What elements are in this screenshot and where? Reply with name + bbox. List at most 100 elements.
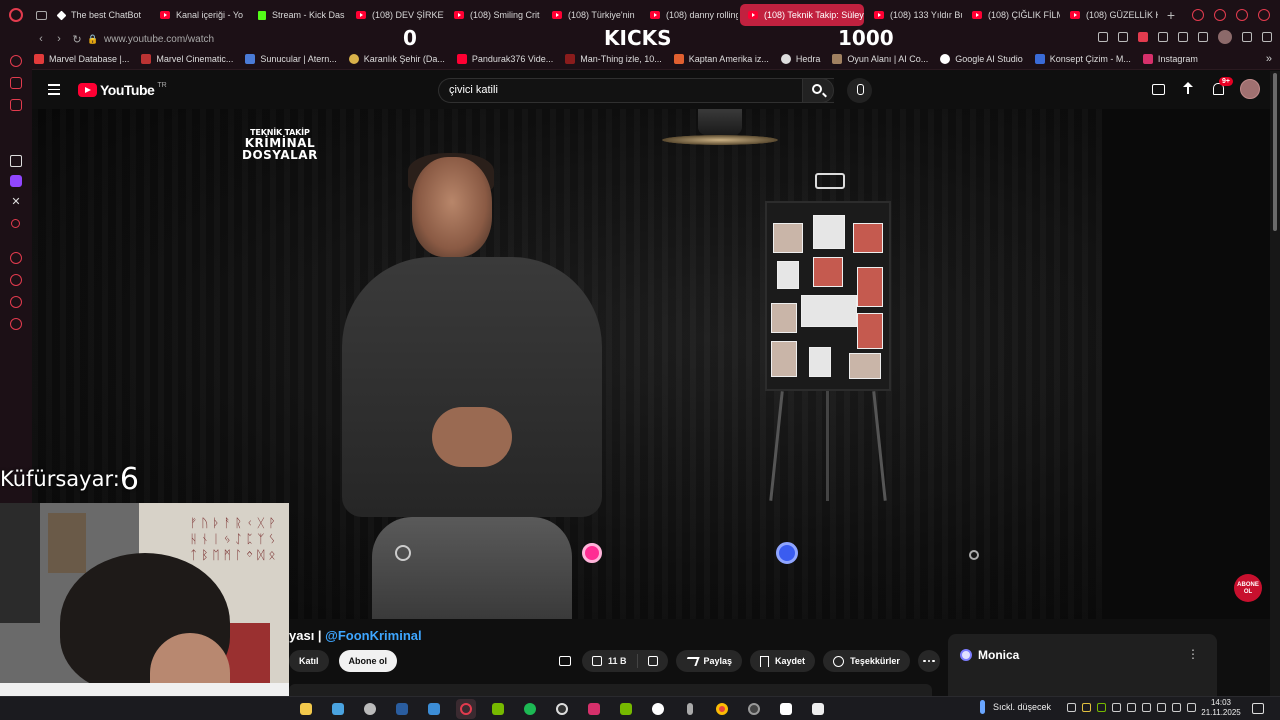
tray-app-icon[interactable] — [1157, 702, 1167, 712]
bookmark-item[interactable]: Konsept Çizim - M... — [1034, 53, 1131, 64]
channel-handle-link[interactable]: @FoonKriminal — [325, 628, 421, 643]
tab[interactable]: The best ChatBot — [50, 4, 150, 26]
search-tabs-icon[interactable] — [1192, 9, 1204, 21]
tab-overview-icon[interactable] — [32, 0, 50, 30]
bookmark-item[interactable]: Hedra — [780, 53, 820, 64]
description-box[interactable] — [289, 684, 932, 696]
discord-icon[interactable] — [360, 699, 380, 719]
tab[interactable]: (108) GÜZELLİK K — [1062, 4, 1158, 26]
bookmark-item[interactable]: Oyun Alanı | AI Co... — [832, 53, 928, 64]
settings-icon[interactable] — [1198, 32, 1208, 42]
obs-icon[interactable] — [552, 699, 572, 719]
tray-app-icon[interactable] — [1097, 702, 1107, 712]
mic-icon[interactable] — [1142, 702, 1152, 712]
screenshot-icon[interactable] — [1118, 32, 1128, 42]
opera-gx-icon[interactable] — [456, 699, 476, 719]
forward-arrow-icon[interactable]: › — [50, 33, 68, 45]
nvidia-icon[interactable] — [488, 699, 508, 719]
bookmark-item[interactable]: Marvel Cinematic... — [141, 53, 233, 64]
spotify-icon[interactable] — [520, 699, 540, 719]
tab[interactable]: (108) danny rolling — [642, 4, 738, 26]
x-icon[interactable]: ✕ — [10, 196, 22, 208]
url-field[interactable]: www.youtube.com/watch — [104, 34, 364, 45]
bookmark-item[interactable]: Marvel Database |... — [34, 53, 129, 64]
bookmark-item[interactable]: Kaptan Amerika iz... — [673, 53, 769, 64]
close-window-icon[interactable] — [1258, 9, 1270, 21]
youtube-logo[interactable]: YouTube TR — [78, 82, 167, 98]
tab[interactable]: (108) Türkiye'nin — [544, 4, 640, 26]
cube-icon[interactable] — [10, 296, 22, 308]
history-icon[interactable] — [10, 55, 22, 67]
more-actions-button[interactable] — [917, 650, 940, 672]
taskbar-clock[interactable]: 14:03 21.11.2025 — [1200, 698, 1242, 718]
wifi-icon[interactable] — [1172, 702, 1182, 712]
ask-ai-icon[interactable] — [556, 652, 574, 670]
tab-active[interactable]: (108) Teknik Takip: Süley — [740, 4, 864, 26]
minimize-icon[interactable] — [1214, 9, 1226, 21]
twitch-icon[interactable] — [10, 175, 22, 187]
extension-icon[interactable] — [1138, 32, 1148, 42]
back-arrow-icon[interactable]: ‹ — [32, 33, 50, 45]
menu-icon[interactable] — [1262, 32, 1272, 42]
mic-app-icon[interactable] — [680, 699, 700, 719]
bookmark-item[interactable]: Sunucular | Atern... — [245, 53, 337, 64]
profile-avatar[interactable] — [1218, 30, 1232, 44]
monica-menu-icon[interactable]: ⋮ — [1187, 647, 1199, 661]
subscribe-overlay-button[interactable]: ABONE OL — [1234, 574, 1262, 602]
tab[interactable]: (108) Smiling Crit — [446, 4, 542, 26]
notification-center-icon[interactable] — [1252, 703, 1264, 714]
capcut-icon[interactable] — [776, 699, 796, 719]
like-button[interactable]: 11 B — [582, 654, 638, 668]
bookmark-item[interactable]: Karanlık Şehir (Da... — [348, 53, 445, 64]
notifications-icon[interactable]: 9+ — [1210, 77, 1233, 97]
browser-logo-icon[interactable] — [0, 0, 32, 30]
network-icon[interactable] — [1127, 702, 1137, 712]
player-icon[interactable] — [10, 252, 22, 264]
reload-icon[interactable]: ↻ — [68, 33, 86, 46]
bookmark-item[interactable]: Google AI Studio — [940, 53, 1023, 64]
voice-search-button[interactable] — [847, 78, 872, 103]
explorer-icon[interactable] — [328, 699, 348, 719]
steam-icon[interactable] — [392, 699, 412, 719]
bookmarks-overflow-icon[interactable]: » — [1266, 53, 1272, 65]
play-icon[interactable] — [1158, 32, 1168, 42]
upload-icon[interactable] — [1180, 81, 1196, 97]
bookmark-item[interactable]: Pandurak376 Vide... — [456, 53, 553, 64]
lock-icon[interactable]: 🔒 — [86, 34, 100, 45]
clock-icon[interactable] — [10, 274, 22, 286]
files-app-icon[interactable] — [296, 699, 316, 719]
bookmark-item[interactable]: Man-Thing izle, 10... — [565, 53, 662, 64]
share-button[interactable]: Paylaş — [675, 650, 743, 672]
volume-icon[interactable] — [1187, 702, 1197, 712]
search-input[interactable] — [449, 84, 749, 96]
tray-app-icon[interactable] — [1112, 702, 1122, 712]
maximize-icon[interactable] — [1236, 9, 1248, 21]
chrome-icon[interactable] — [712, 699, 732, 719]
nvidia-app-icon[interactable] — [616, 699, 636, 719]
settings-icon[interactable] — [10, 318, 22, 330]
search-button[interactable] — [802, 78, 834, 103]
davinci-icon[interactable] — [648, 699, 668, 719]
app-icon[interactable] — [744, 699, 764, 719]
tab[interactable]: (108) DEV ŞİRKET — [348, 4, 444, 26]
tab[interactable]: Kanal içeriği - Yo — [152, 4, 248, 26]
create-icon[interactable] — [1150, 81, 1166, 97]
tab[interactable]: Stream - Kick Das — [250, 4, 346, 26]
dislike-button[interactable] — [638, 650, 668, 672]
messenger-icon[interactable] — [10, 77, 22, 89]
tray-app-icon[interactable] — [1082, 702, 1092, 712]
account-avatar[interactable] — [1240, 79, 1260, 99]
arc-icon[interactable] — [10, 155, 22, 167]
thanks-button[interactable]: Teşekkürler — [823, 650, 910, 672]
hamburger-menu-icon[interactable] — [48, 84, 60, 98]
join-button[interactable]: Katıl — [289, 650, 329, 672]
bookmark-item[interactable]: Instagram — [1142, 53, 1198, 64]
heart-icon[interactable] — [1178, 32, 1188, 42]
chevron-up-icon[interactable] — [1067, 702, 1077, 712]
dot-icon[interactable] — [11, 219, 20, 228]
instagram-icon[interactable] — [584, 699, 604, 719]
bookmark-icon[interactable] — [1098, 32, 1108, 42]
app-icon[interactable] — [808, 699, 828, 719]
weather-text[interactable]: Sıckl. düşecek — [993, 702, 1051, 712]
new-tab-button[interactable]: + — [1160, 7, 1182, 23]
